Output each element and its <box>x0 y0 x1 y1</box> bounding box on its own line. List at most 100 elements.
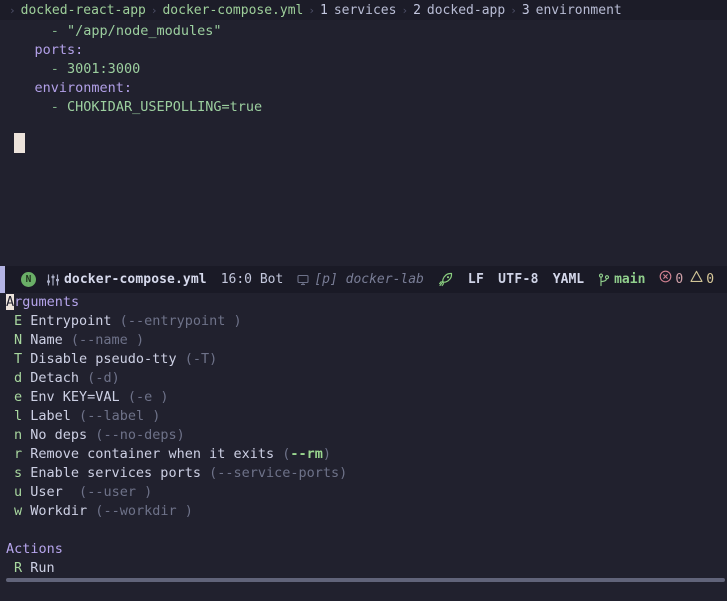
breadcrumb-index: 3 <box>522 1 536 20</box>
which-key-flag: --rm <box>290 446 323 462</box>
which-key-entry[interactable]: T Disable pseudo-tty (-T) <box>0 350 727 369</box>
which-key-keybind: R <box>14 560 22 576</box>
code-token-plain <box>2 99 51 115</box>
which-key-paren-close: ) <box>112 370 120 386</box>
rocket-icon[interactable] <box>431 266 461 293</box>
code-token-plain <box>2 42 35 58</box>
which-key-paren-close: ) <box>233 313 241 329</box>
breadcrumb-item-docked-react-app[interactable]: docked-react-app <box>21 1 146 20</box>
which-key-flag: --no-deps <box>103 427 176 443</box>
which-key-entry[interactable]: s Enable services ports (--service-ports… <box>0 464 727 483</box>
which-key-description: Enable services ports <box>22 465 201 481</box>
error-icon <box>659 270 672 289</box>
breadcrumb-item-environment[interactable]: environment <box>536 1 622 20</box>
vim-mode-icon: N <box>21 272 36 287</box>
code-line[interactable]: environment: <box>0 79 727 98</box>
which-key-entry[interactable]: E Entrypoint (--entrypoint ) <box>0 312 727 331</box>
error-count: 0 <box>675 270 683 289</box>
which-key-flag: -e <box>136 389 160 405</box>
which-key-description: Run <box>22 560 55 576</box>
status-project-tag: [p] docker-lab <box>290 266 431 293</box>
which-key-entry[interactable]: N Name (--name ) <box>0 331 727 350</box>
which-key-description: Name <box>22 332 63 348</box>
which-key-keybind: T <box>14 351 22 367</box>
status-line-ending[interactable]: LF <box>461 266 491 293</box>
which-key-panel[interactable]: Arguments E Entrypoint (--entrypoint )N N… <box>0 293 727 601</box>
which-key-keybind: w <box>14 503 22 519</box>
code-token-val: CHOKIDAR_USEPOLLING=true <box>67 99 262 115</box>
which-key-entry[interactable]: d Detach (-d) <box>0 369 727 388</box>
which-key-paren-close: ) <box>152 408 160 424</box>
code-editor[interactable]: - "/app/node_modules" ports: - 3001:3000… <box>0 20 727 266</box>
which-key-entry[interactable]: n No deps (--no-deps) <box>0 426 727 445</box>
code-token-plain <box>2 61 51 77</box>
code-line[interactable]: - 3001:3000 <box>0 60 727 79</box>
code-token-plain <box>2 80 35 96</box>
which-key-paren-close: ) <box>185 503 193 519</box>
code-token-plain <box>2 23 51 39</box>
breadcrumb-item-docker-compose-yml[interactable]: docker-compose.yml <box>162 1 303 20</box>
which-key-flag: --service-ports <box>217 465 339 481</box>
which-key-flag: -T <box>193 351 209 367</box>
breadcrumb-separator: › <box>303 1 320 20</box>
which-key-flag: --workdir <box>103 503 184 519</box>
breadcrumb-separator: › <box>146 1 163 20</box>
breadcrumb-index: 2 <box>413 1 427 20</box>
which-key-description: Entrypoint <box>22 313 111 329</box>
status-encoding[interactable]: UTF-8 <box>491 266 546 293</box>
sliders-icon[interactable] <box>46 273 60 287</box>
breadcrumb-item-docked-app[interactable]: docked-app <box>427 1 505 20</box>
code-token-dash: - <box>51 23 67 39</box>
status-language[interactable]: YAML <box>546 266 591 293</box>
which-key-entry[interactable]: u User (--user ) <box>0 483 727 502</box>
which-key-keybind: s <box>14 465 22 481</box>
status-cursor-position: 16:0 Bot <box>214 266 291 293</box>
which-key-paren-close: ) <box>323 446 331 462</box>
code-content[interactable]: - "/app/node_modules" ports: - 3001:3000… <box>0 22 727 117</box>
editor-window: ›docked-react-app›docker-compose.yml›1se… <box>0 0 727 601</box>
code-line[interactable]: - "/app/node_modules" <box>0 22 727 41</box>
which-key-paren-open: ( <box>87 503 103 519</box>
code-token-key: environment: <box>35 80 133 96</box>
panel-group-title: Actions <box>0 540 727 559</box>
status-filename: docker-compose.yml <box>64 270 207 289</box>
which-key-description: Detach <box>22 370 79 386</box>
which-key-entry[interactable]: R Run <box>0 559 727 578</box>
which-key-paren-close: ) <box>160 389 168 405</box>
code-token-dash: - <box>51 99 67 115</box>
git-branch-icon <box>598 273 610 287</box>
status-diagnostics[interactable]: 0 0 <box>652 266 721 293</box>
which-key-entry[interactable]: w Workdir (--workdir ) <box>0 502 727 521</box>
which-key-paren-open: ( <box>201 465 217 481</box>
which-key-description: No deps <box>22 427 87 443</box>
code-token-key: ports: <box>35 42 84 58</box>
which-key-keybind: E <box>14 313 22 329</box>
horizontal-scrollbar[interactable] <box>6 578 725 582</box>
breadcrumb-item-services[interactable]: services <box>334 1 397 20</box>
which-key-paren-close: ) <box>177 427 185 443</box>
which-key-entry[interactable]: e Env KEY=VAL (-e ) <box>0 388 727 407</box>
status-git-branch[interactable]: main <box>591 266 652 293</box>
panel-title-text: rguments <box>14 294 79 310</box>
status-bar: N docker-compose.yml 16:0 Bot <box>0 266 727 293</box>
which-key-description: Disable pseudo-tty <box>22 351 176 367</box>
warning-icon <box>690 270 703 289</box>
which-key-flag: --name <box>79 332 136 348</box>
panel-title-cursor-char: A <box>6 294 14 310</box>
which-key-description: Env KEY=VAL <box>22 389 120 405</box>
which-key-flag: --user <box>87 484 144 500</box>
which-key-keybind: d <box>14 370 22 386</box>
text-cursor <box>14 133 25 153</box>
code-token-str: "/app/node_modules" <box>67 23 221 39</box>
breadcrumb-separator: › <box>396 1 413 20</box>
which-key-entry[interactable]: l Label (--label ) <box>0 407 727 426</box>
warning-count: 0 <box>706 270 714 289</box>
which-key-description: Label <box>22 408 71 424</box>
code-line[interactable]: ports: <box>0 41 727 60</box>
which-key-paren-open: ( <box>79 370 95 386</box>
which-key-flag: --label <box>87 408 152 424</box>
code-line[interactable]: - CHOKIDAR_USEPOLLING=true <box>0 98 727 117</box>
which-key-entry[interactable]: r Remove container when it exits (--rm) <box>0 445 727 464</box>
status-bar-accent-strip <box>0 266 5 293</box>
which-key-paren-open: ( <box>274 446 290 462</box>
